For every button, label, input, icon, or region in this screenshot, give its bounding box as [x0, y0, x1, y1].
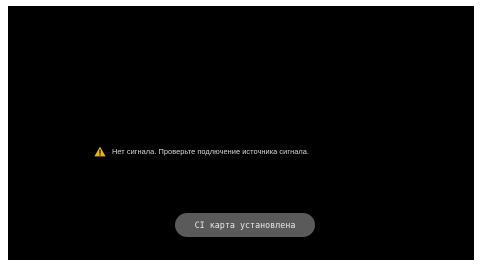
ci-card-notification-text: CI карта установлена: [194, 220, 296, 230]
no-signal-text: Нет сигнала. Проверьте подлючение источн…: [112, 147, 309, 156]
warning-triangle-icon: [94, 146, 106, 157]
ci-card-notification: CI карта установлена: [175, 213, 315, 237]
no-signal-message: Нет сигнала. Проверьте подлючение источн…: [94, 146, 309, 157]
tv-screen: Нет сигнала. Проверьте подлючение источн…: [8, 6, 474, 260]
